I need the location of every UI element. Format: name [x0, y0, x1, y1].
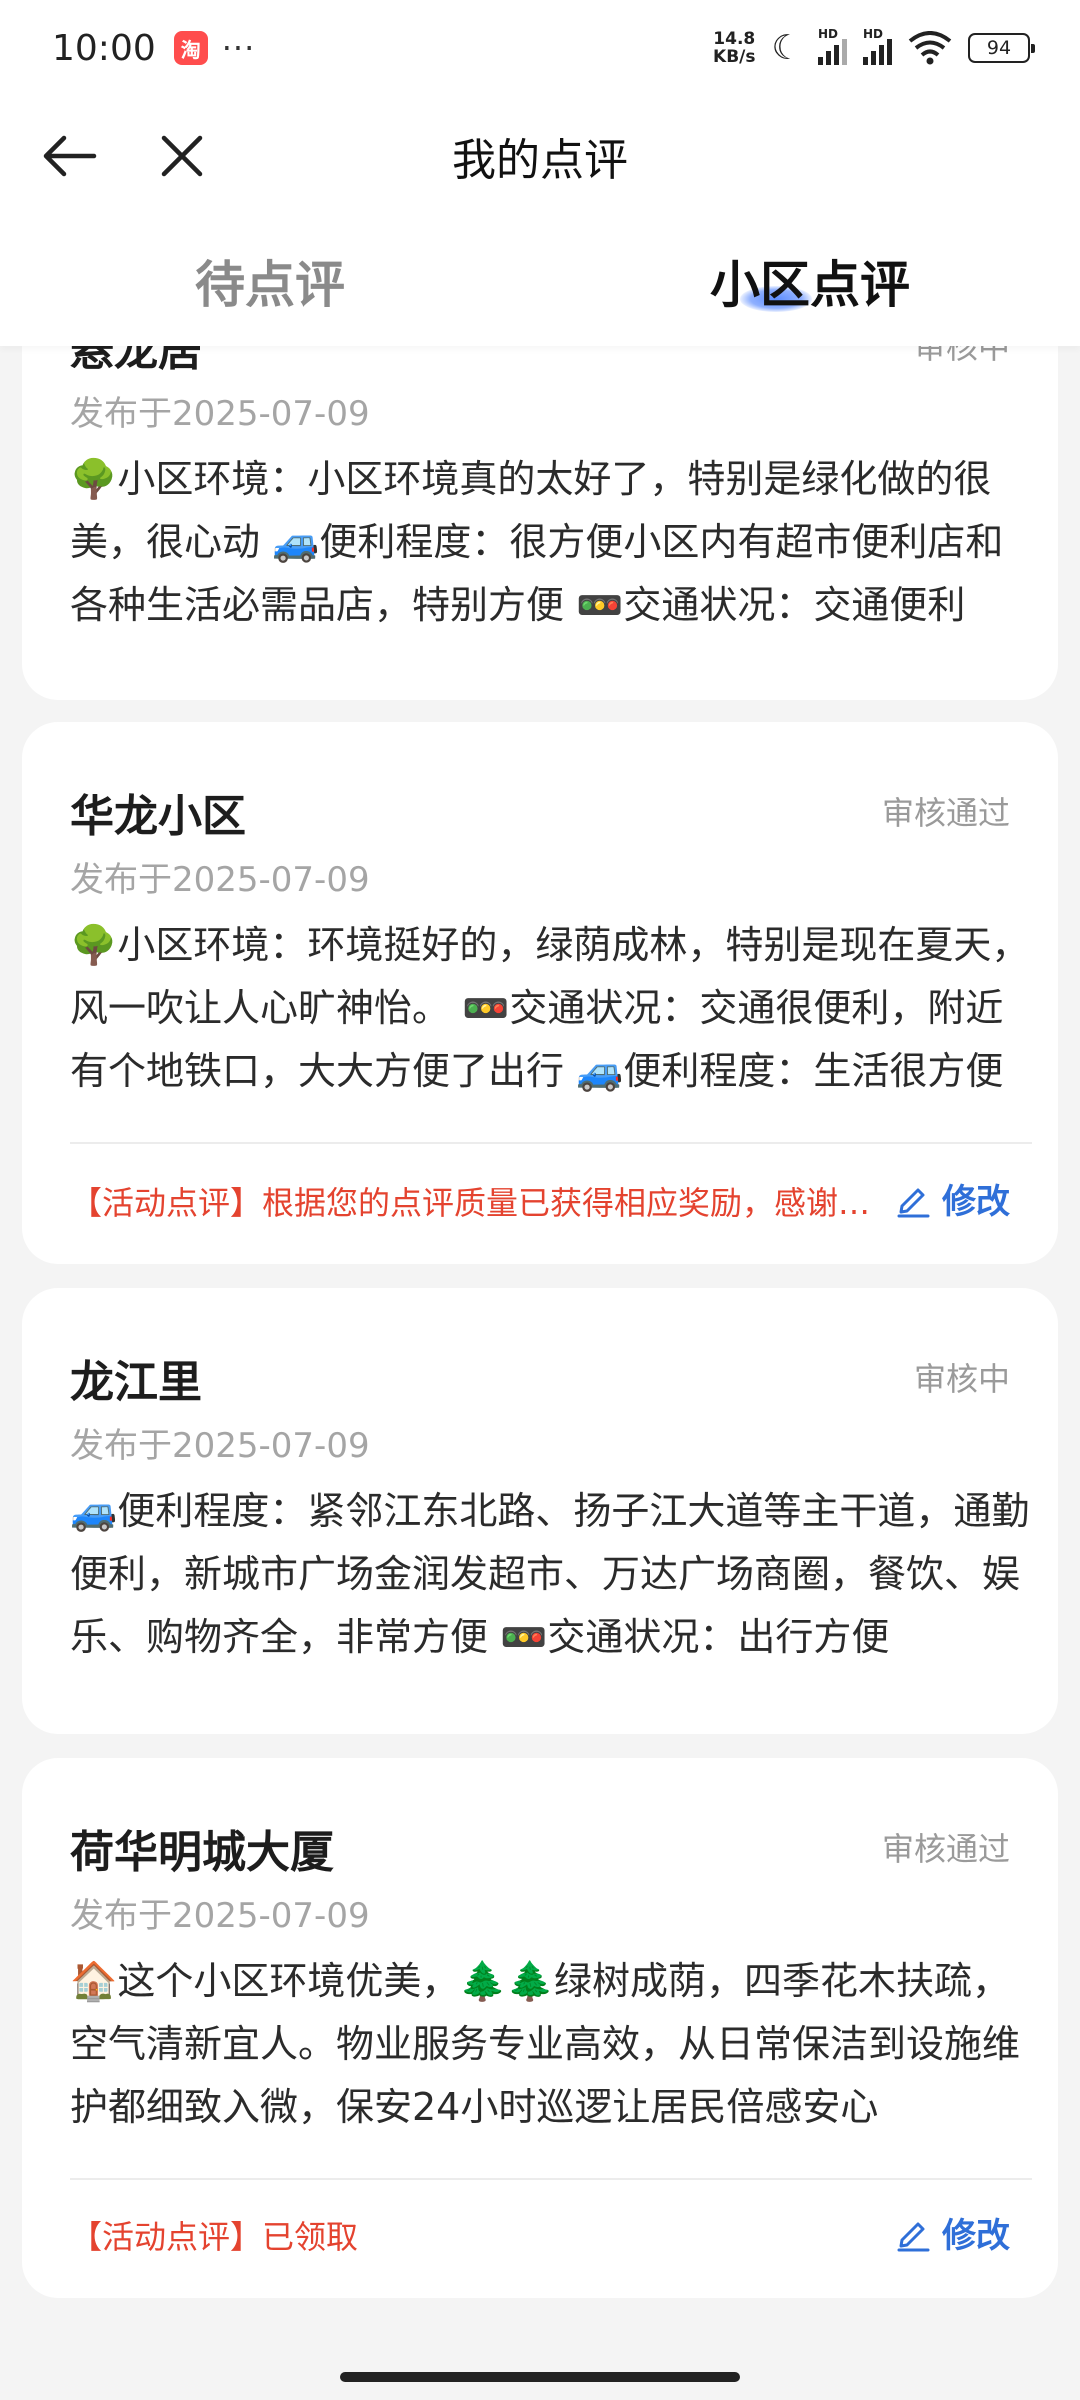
battery-icon: 94: [968, 33, 1035, 63]
network-speed: 14.8 KB/s: [713, 29, 756, 67]
more-notifications-icon: ···: [221, 29, 256, 67]
review-status: 审核通过: [881, 1830, 1010, 1868]
edit-button[interactable]: 修改: [894, 2208, 1010, 2257]
tab-pending-reviews[interactable]: 待点评: [0, 216, 540, 346]
signal-icon: HD: [818, 27, 847, 65]
tab-label: 小区点评: [710, 256, 910, 314]
review-card[interactable]: 荷华明城大厦 审核通过 发布于2025-07-09 🏠这个小区环境优美，🌲🌲绿树…: [22, 1758, 1058, 2298]
tab-community-reviews[interactable]: 小区点评: [540, 216, 1080, 346]
wifi-icon: [908, 31, 952, 65]
community-name: 龙江里: [70, 1357, 202, 1408]
community-name: 荷华明城大厦: [70, 1827, 334, 1878]
review-status: 审核中: [913, 346, 1010, 366]
tab-bar: 待点评 小区点评: [0, 216, 1080, 346]
taobao-icon: 淘: [173, 31, 208, 65]
publish-date: 发布于2025-07-09: [70, 394, 370, 434]
review-status: 审核通过: [881, 794, 1010, 832]
edit-icon: [897, 1188, 930, 1217]
divider: [70, 1142, 1032, 1144]
publish-date: 发布于2025-07-09: [70, 1896, 370, 1936]
do-not-disturb-icon: ☾: [771, 28, 802, 68]
publish-date: 发布于2025-07-09: [70, 860, 370, 900]
review-card[interactable]: 华龙小区 审核通过 发布于2025-07-09 🌳小区环境：环境挺好的，绿荫成林…: [22, 722, 1058, 1264]
edit-icon: [897, 2222, 930, 2251]
review-text: 🌳小区环境：小区环境真的太好了，特别是绿化做的很美，很心动 🚙便利程度：很方便小…: [70, 457, 1004, 627]
close-icon[interactable]: [150, 124, 214, 188]
nav-bar: 我的点评: [0, 96, 1080, 216]
review-text: 🌳小区环境：环境挺好的，绿荫成林，特别是现在夏天，风一吹让人心旷神怡。 🚥交通状…: [70, 923, 1030, 1093]
status-bar: 10:00 淘 ··· 14.8 KB/s ☾ HD HD 94: [0, 0, 1080, 96]
divider: [70, 2178, 1032, 2180]
edit-button[interactable]: 修改: [894, 1174, 1010, 1223]
signal-icon-2: HD: [863, 27, 892, 65]
community-name: 华龙小区: [70, 791, 246, 842]
review-status: 审核中: [913, 1360, 1010, 1398]
home-indicator[interactable]: [340, 2372, 740, 2382]
review-card[interactable]: 悬龙居 审核中 发布于2025-07-09 🌳小区环境：小区环境真的太好了，特别…: [22, 346, 1058, 700]
back-arrow-icon[interactable]: [38, 124, 102, 188]
activity-reward-text: 【活动点评】根据您的点评质量已获得相应奖励，感谢参与: [70, 1184, 890, 1222]
review-card[interactable]: 龙江里 审核中 发布于2025-07-09 🚙便利程度：紧邻江东北路、扬子江大道…: [22, 1288, 1058, 1734]
community-name: 悬龙居: [70, 346, 202, 376]
review-text: 🚙便利程度：紧邻江东北路、扬子江大道等主干道，通勤便利，新城市广场金润发超市、万…: [70, 1489, 1030, 1659]
review-text: 🏠这个小区环境优美，🌲🌲绿树成荫，四季花木扶疏，空气清新宜人。物业服务专业高效，…: [70, 1959, 1021, 2129]
publish-date: 发布于2025-07-09: [70, 1426, 370, 1466]
review-list[interactable]: 悬龙居 审核中 发布于2025-07-09 🌳小区环境：小区环境真的太好了，特别…: [0, 346, 1080, 2400]
status-time: 10:00: [52, 27, 156, 69]
tab-label: 待点评: [195, 256, 345, 314]
activity-reward-text: 【活动点评】已领取: [70, 2218, 359, 2256]
edit-label: 修改: [942, 2216, 1010, 2256]
edit-label: 修改: [942, 1182, 1010, 1222]
